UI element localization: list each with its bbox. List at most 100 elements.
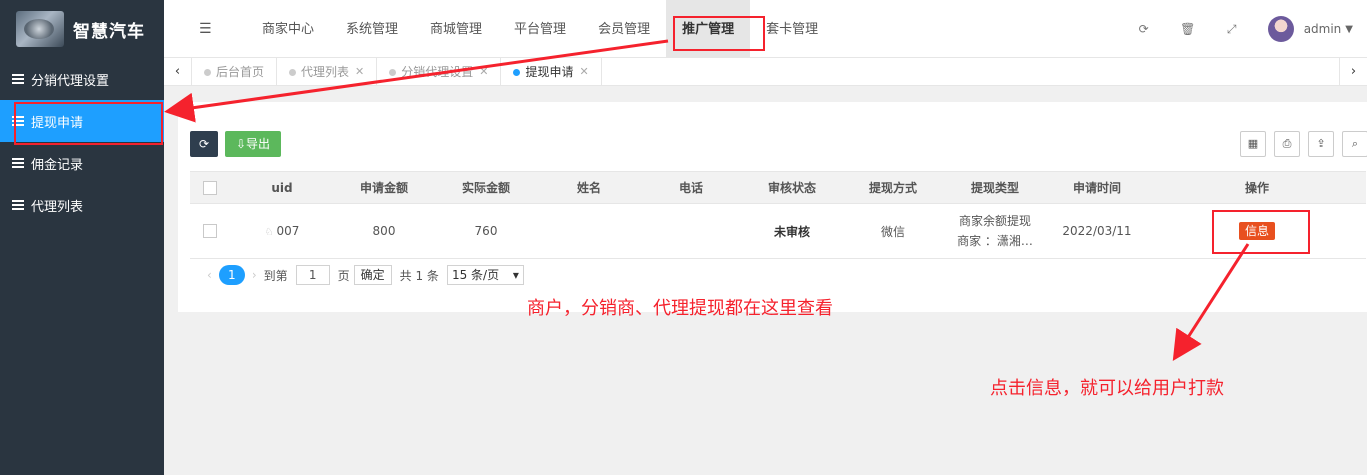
- tab-agent-list[interactable]: 代理列表 ✕: [277, 58, 378, 86]
- prev-page-icon[interactable]: ‹: [207, 268, 212, 282]
- tab-label: 提现申请: [525, 65, 574, 79]
- column-header[interactable]: 电话: [640, 171, 742, 204]
- column-header[interactable]: 实际金额: [434, 171, 538, 204]
- content-card: ⟳ ⇩导出 ▦ ⎙ ⇪ ⌕ uid 申请金额 实际金额 姓名 电话 审核状态 提…: [178, 102, 1367, 312]
- nav-system[interactable]: 系统管理: [330, 0, 414, 58]
- header-checkbox-cell: [190, 171, 230, 204]
- column-header[interactable]: 审核状态: [742, 171, 842, 204]
- trash-icon[interactable]: 🗑: [1166, 22, 1210, 36]
- export-button[interactable]: ⇩导出: [225, 131, 281, 157]
- sidebar-item-agent-list[interactable]: 代理列表: [0, 184, 164, 226]
- goto-label: 到第: [263, 268, 288, 283]
- tab-home[interactable]: 后台首页: [192, 58, 278, 86]
- phone-cell: [640, 203, 742, 259]
- tab-label: 代理列表: [301, 65, 350, 79]
- close-icon[interactable]: ✕: [355, 58, 364, 86]
- columns-icon[interactable]: ▦: [1240, 131, 1266, 157]
- page-size-value: 15 条/页: [451, 268, 500, 282]
- tab-withdraw-request[interactable]: 提现申请 ✕: [501, 58, 602, 86]
- nav-mall[interactable]: 商城管理: [414, 0, 498, 58]
- column-header[interactable]: 申请金额: [334, 171, 434, 204]
- menu-fold-icon[interactable]: ☰: [199, 22, 213, 36]
- row-checkbox[interactable]: [203, 224, 217, 239]
- avatar[interactable]: [1267, 16, 1294, 42]
- sidebar-item-label: 代理列表: [31, 199, 84, 215]
- list-icon: [12, 158, 24, 168]
- time-cell: 2022/03/11: [1046, 203, 1148, 259]
- actual-amount-cell: 760: [434, 203, 538, 259]
- tab-distribution-settings[interactable]: 分销代理设置 ✕: [377, 58, 502, 86]
- refresh-button[interactable]: ⟳: [190, 131, 218, 157]
- column-header[interactable]: 申请时间: [1046, 171, 1148, 204]
- tab-dot-icon: [513, 68, 521, 76]
- sidebar-item-label: 分销代理设置: [31, 73, 110, 89]
- search-icon[interactable]: ⌕: [1342, 131, 1367, 157]
- status-cell: 未审核: [742, 203, 842, 259]
- uid-cell: ♘ 007: [230, 203, 334, 259]
- tabs-right-arrow-icon[interactable]: ›: [1339, 58, 1367, 86]
- tab-dot-icon: [204, 68, 211, 76]
- method-cell: 微信: [842, 203, 944, 259]
- fullscreen-icon[interactable]: ⤢: [1210, 22, 1254, 37]
- user-icon: ♘: [264, 227, 274, 238]
- page-unit: 页: [337, 268, 350, 283]
- chevron-down-icon[interactable]: ▼: [1345, 24, 1353, 35]
- name-cell: [538, 203, 640, 259]
- logo-image: [16, 11, 64, 47]
- pagination: ‹ 1 › 到第 1 页 确定 共 1 条 15 条/页 ▾: [200, 264, 524, 286]
- tab-label: 后台首页: [216, 65, 265, 79]
- page-input[interactable]: 1: [295, 265, 330, 285]
- column-header[interactable]: 姓名: [538, 171, 640, 204]
- sidebar-item-distribution-settings[interactable]: 分销代理设置: [0, 58, 164, 100]
- sidebar-item-label: 佣金记录: [31, 157, 84, 173]
- close-icon[interactable]: ✕: [580, 58, 589, 86]
- type-cell: 商家余额提现 商家 ：潇湘…: [944, 203, 1046, 259]
- confirm-button[interactable]: 确定: [353, 265, 392, 285]
- next-page-icon[interactable]: ›: [252, 268, 257, 282]
- annotation-note-1: 商户，分销商、代理提现都在这里查看: [527, 298, 833, 319]
- print-icon[interactable]: ⎙: [1274, 131, 1300, 157]
- tab-dot-icon: [289, 68, 297, 76]
- type-line2: 商家 ：潇湘…: [957, 234, 1033, 248]
- list-icon: [12, 200, 24, 210]
- nav-merchant-center[interactable]: 商家中心: [246, 0, 330, 58]
- column-header[interactable]: 操作: [1148, 171, 1366, 204]
- refresh-icon[interactable]: ⟳: [1122, 22, 1166, 36]
- tabs-left-arrow-icon[interactable]: ‹: [164, 58, 192, 86]
- uid-value: 007: [276, 224, 300, 238]
- logo-text: 智慧汽车: [73, 21, 145, 42]
- highlight-nav-promotion: [673, 16, 765, 51]
- sidebar-item-commission-records[interactable]: 佣金记录: [0, 142, 164, 184]
- header-tools: ⟳ 🗑 ⤢ admin ▼: [1122, 0, 1367, 58]
- column-header[interactable]: 提现方式: [842, 171, 944, 204]
- annotation-note-2: 点击信息，就可以给用户打款: [990, 378, 1224, 399]
- tab-dot-icon: [389, 68, 397, 76]
- highlight-info-button: [1212, 210, 1310, 254]
- nav-platform[interactable]: 平台管理: [498, 0, 582, 58]
- nav-member[interactable]: 会员管理: [582, 0, 666, 58]
- page-size-select[interactable]: 15 条/页 ▾: [446, 265, 524, 285]
- column-header[interactable]: 提现类型: [944, 171, 1046, 204]
- column-header[interactable]: uid: [230, 171, 334, 204]
- export-icon[interactable]: ⇪: [1308, 131, 1334, 157]
- apply-amount-cell: 800: [334, 203, 434, 259]
- list-icon: [12, 74, 24, 84]
- tab-label: 分销代理设置: [401, 65, 474, 79]
- export-icon: ⇩: [235, 137, 247, 151]
- total-count: 共 1 条: [399, 268, 439, 283]
- chevron-down-icon: ▾: [512, 268, 519, 282]
- withdraw-table: uid 申请金额 实际金额 姓名 电话 审核状态 提现方式 提现类型 申请时间 …: [190, 171, 1366, 259]
- table-row: ♘ 007 800 760 未审核 微信 商家余额提现 商家 ：潇湘… 2022/…: [190, 203, 1366, 259]
- table-header-row: uid 申请金额 实际金额 姓名 电话 审核状态 提现方式 提现类型 申请时间 …: [190, 171, 1366, 204]
- logo: 智慧汽车: [0, 0, 164, 58]
- row-checkbox-cell: [190, 203, 230, 259]
- current-page[interactable]: 1: [218, 265, 245, 285]
- export-label: 导出: [246, 137, 271, 151]
- tab-list: 后台首页 代理列表 ✕ 分销代理设置 ✕ 提现申请 ✕: [192, 58, 602, 86]
- page-tabs: ‹ 后台首页 代理列表 ✕ 分销代理设置 ✕ 提现申请 ✕ ›: [164, 58, 1367, 86]
- type-line1: 商家余额提现: [958, 214, 1031, 228]
- user-name[interactable]: admin: [1304, 22, 1342, 36]
- select-all-checkbox[interactable]: [203, 180, 217, 195]
- highlight-sidebar-withdraw: [14, 102, 163, 145]
- close-icon[interactable]: ✕: [479, 58, 488, 86]
